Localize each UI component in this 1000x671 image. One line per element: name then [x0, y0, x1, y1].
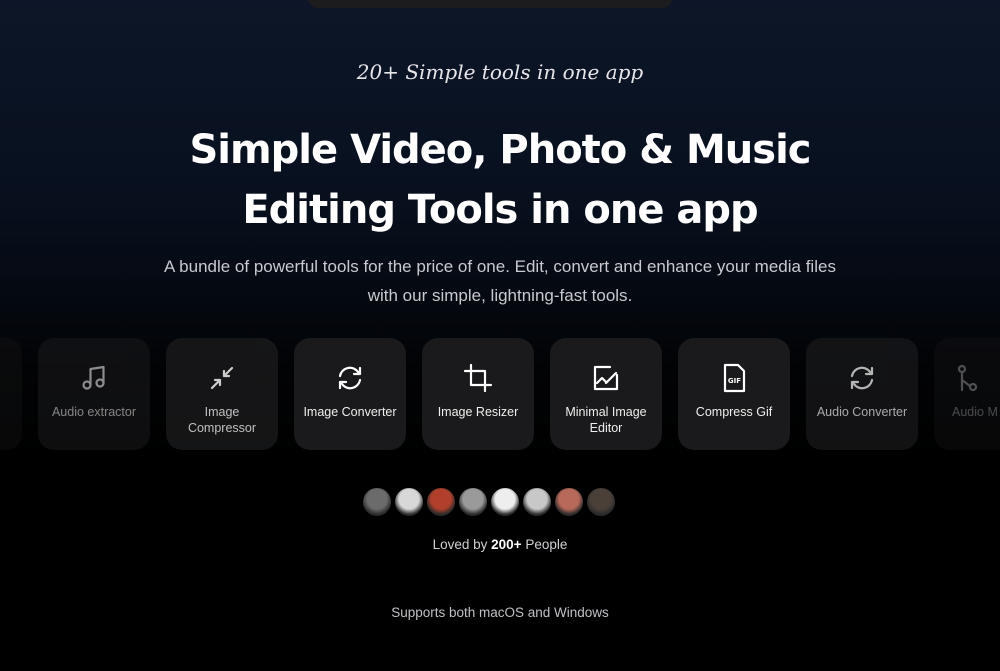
tool-card-image-resizer[interactable]: Image Resizer [422, 338, 534, 450]
compress-icon [210, 366, 234, 390]
loved-by-text: Loved by 200+ People [0, 537, 1000, 552]
tool-card-hidden[interactable] [0, 338, 22, 450]
avatar [361, 486, 393, 518]
avatar-group [361, 486, 617, 518]
background [0, 0, 1000, 671]
title-line-2: Editing Tools in one app [242, 187, 758, 233]
tool-label: Compress Gif [695, 405, 773, 419]
subtitle: A bundle of powerful tools for the price… [164, 257, 836, 305]
page-title: Simple Video, Photo & Music Editing Tools… [0, 120, 1000, 240]
tool-card-audio-converter[interactable]: Audio Converter [806, 338, 918, 450]
tool-card-image-compressor[interactable]: Image Compressor [166, 338, 278, 450]
tool-card-audio-extractor[interactable]: Audio extractor [38, 338, 150, 450]
top-nav-bar [308, 0, 672, 8]
music-icon [82, 365, 105, 390]
image-edit-icon [593, 365, 619, 391]
refresh-icon [850, 366, 874, 390]
tool-card-compress-gif[interactable]: GIF Compress Gif [678, 338, 790, 450]
gif-file-icon: GIF [723, 363, 746, 393]
loved-prefix: Loved by [432, 537, 492, 552]
tagline: 20+ Simple tools in one app [356, 60, 644, 84]
tool-label: Audio Converter [816, 405, 908, 419]
avatar [457, 486, 489, 518]
svg-text:GIF: GIF [728, 377, 741, 385]
avatar [553, 486, 585, 518]
tool-label: Audio M [952, 405, 998, 419]
avatar [585, 486, 617, 518]
crop-icon [463, 363, 493, 393]
tool-label: Audio extractor [51, 405, 137, 419]
title-line-1: Simple Video, Photo & Music [189, 127, 811, 173]
tool-label: Image Resizer [437, 405, 519, 419]
platform-support-text: Supports both macOS and Windows [391, 605, 609, 620]
avatar [521, 486, 553, 518]
refresh-icon [338, 366, 362, 390]
tool-card-audio-merger[interactable]: Audio M [934, 338, 1000, 450]
audio-merge-icon [957, 364, 978, 392]
avatar [393, 486, 425, 518]
loved-count: 200+ [491, 537, 522, 552]
tool-card-image-converter[interactable]: Image Converter [294, 338, 406, 450]
loved-suffix: People [521, 537, 568, 552]
tool-label: Image Compressor [187, 405, 257, 435]
avatar [425, 486, 457, 518]
tool-label: Minimal Image Editor [565, 405, 647, 435]
avatar [489, 486, 521, 518]
tool-card-minimal-image-editor[interactable]: Minimal Image Editor [550, 338, 662, 450]
tool-label: Image Converter [303, 405, 397, 419]
